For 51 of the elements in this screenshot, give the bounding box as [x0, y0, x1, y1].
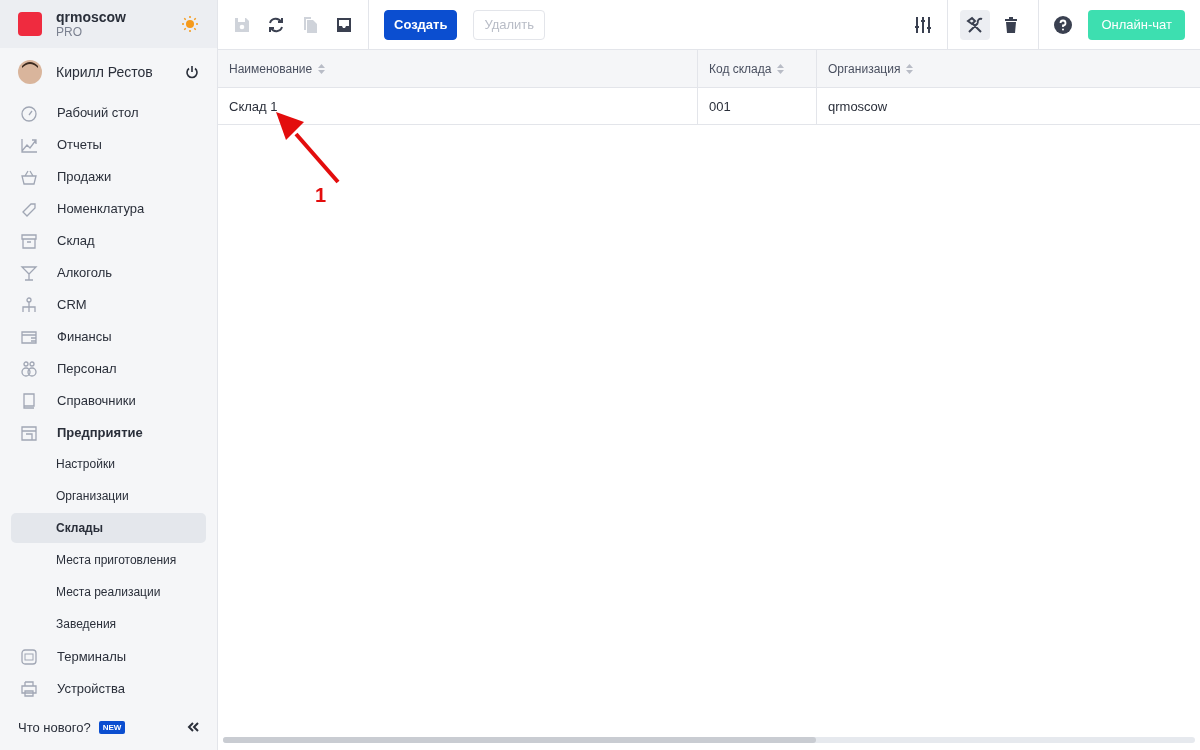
tools-button[interactable]: [960, 9, 991, 40]
sidebar-item[interactable]: Финансы: [0, 320, 217, 353]
sidebar-item[interactable]: Отчеты: [0, 128, 217, 161]
horizontal-scrollbar[interactable]: [223, 737, 1195, 743]
logo-icon: [18, 12, 42, 37]
sidebar-item[interactable]: Склад: [0, 224, 217, 257]
new-badge: NEW: [98, 720, 126, 734]
sidebar-subitem[interactable]: Заведения: [11, 608, 206, 639]
collapse-icon[interactable]: [187, 722, 199, 733]
whats-new-link[interactable]: Что нового?: [18, 719, 91, 735]
brand-name: qrmoscow: [56, 9, 127, 26]
tools-icon: [966, 15, 985, 34]
menu-item-icon: [20, 295, 38, 314]
sidebar-item[interactable]: Устройства: [0, 672, 217, 705]
menu-item-icon: [20, 679, 38, 698]
column-header[interactable]: Наименование: [229, 61, 313, 76]
sidebar-item[interactable]: Алкоголь: [0, 256, 217, 289]
column-header[interactable]: Организация: [828, 61, 901, 76]
table-cell: 001: [697, 87, 817, 125]
menu-item-icon: [20, 423, 38, 442]
sidebar-item[interactable]: Справочники: [0, 384, 217, 417]
menu-item-icon: [20, 391, 38, 410]
sliders-icon[interactable]: [914, 15, 933, 34]
menu-item-icon: [20, 103, 38, 122]
sidebar-subitem[interactable]: Места реализации: [11, 576, 206, 607]
sidebar-item[interactable]: Рабочий стол: [0, 96, 217, 129]
plan-label: PRO: [56, 25, 83, 40]
table-cell: qrmoscow: [816, 87, 1200, 125]
menu-item-icon: [20, 231, 38, 250]
sidebar-item[interactable]: Терминалы: [0, 640, 217, 673]
inbox-icon[interactable]: [335, 15, 353, 34]
sidebar-item[interactable]: Номенклатура: [0, 192, 217, 225]
sidebar-item[interactable]: CRM: [0, 288, 217, 321]
power-icon[interactable]: [185, 64, 199, 79]
create-button[interactable]: Создать: [384, 9, 458, 40]
sidebar-subitem[interactable]: Организации: [11, 480, 206, 511]
sidebar-subitem[interactable]: Склады: [11, 512, 206, 543]
annotation-number: 1: [315, 184, 327, 207]
avatar: [18, 59, 42, 84]
trash-icon[interactable]: [1004, 15, 1019, 34]
sidebar-item[interactable]: Продажи: [0, 160, 217, 193]
menu-item-icon: [20, 263, 38, 282]
menu-item-icon: [20, 647, 38, 666]
sidebar-subitem[interactable]: Места приготовления: [11, 544, 206, 575]
sidebar-item[interactable]: Предприятие: [0, 416, 217, 449]
sidebar-item[interactable]: Персонал: [0, 352, 217, 385]
help-icon[interactable]: [1054, 15, 1073, 34]
refresh-icon[interactable]: [267, 15, 285, 34]
sidebar-subitem[interactable]: Настройки: [11, 448, 206, 479]
menu-item-icon: [20, 359, 38, 378]
user-name: Кирилл Рестов: [56, 63, 154, 80]
